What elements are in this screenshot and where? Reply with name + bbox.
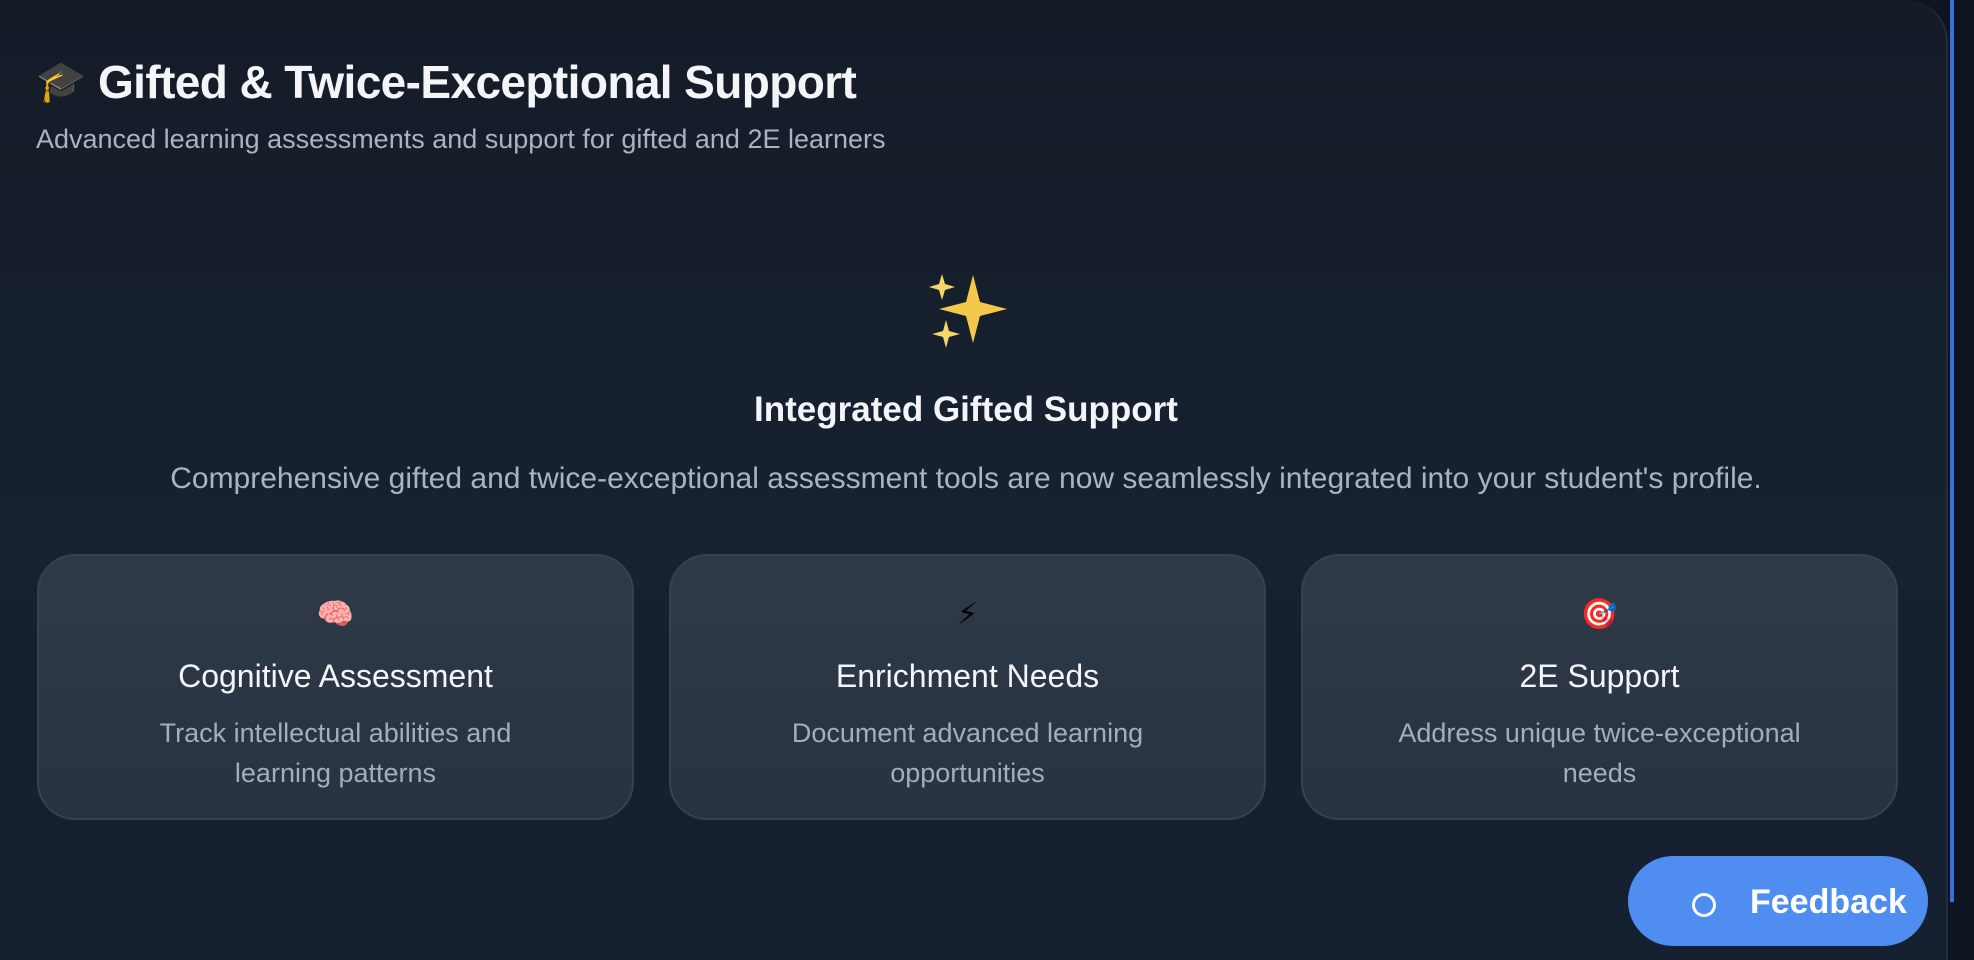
card-description: Document advanced learning opportunities bbox=[791, 718, 1144, 788]
card-description: Address unique twice-exceptional needs bbox=[1398, 718, 1801, 788]
card-description: Track intellectual abilities and learnin… bbox=[159, 718, 512, 788]
twice-exceptional-support-card: 🎯 2E Support Address unique twice-except… bbox=[1301, 554, 1898, 820]
feature-cards: 🧠 Cognitive Assessment Track intellectua… bbox=[37, 554, 1898, 820]
feedback-label: Feedback bbox=[1750, 883, 1907, 921]
integrated-support-title: Integrated Gifted Support bbox=[754, 390, 1178, 429]
gifted-support-panel: 🎓 Gifted & Twice-Exceptional Support Adv… bbox=[0, 0, 1948, 960]
lightning-icon: ⚡ bbox=[956, 598, 979, 631]
card-title: 2E Support bbox=[1519, 658, 1680, 694]
enrichment-needs-card: ⚡ Enrichment Needs Document advanced lea… bbox=[669, 554, 1266, 820]
title-row: 🎓 Gifted & Twice-Exceptional Support bbox=[36, 52, 886, 112]
integrated-support-description: Comprehensive gifted and twice-exception… bbox=[170, 462, 1762, 495]
card-title: Cognitive Assessment bbox=[178, 658, 493, 694]
graduation-cap-icon: 🎓 bbox=[36, 60, 86, 104]
target-icon: 🎯 bbox=[1580, 598, 1619, 631]
page-subtitle: Advanced learning assessments and suppor… bbox=[36, 124, 886, 154]
brain-icon: 🧠 bbox=[316, 598, 355, 631]
page-header: 🎓 Gifted & Twice-Exceptional Support Adv… bbox=[36, 52, 886, 155]
chat-bubble-icon bbox=[1692, 893, 1716, 917]
card-title: Enrichment Needs bbox=[835, 658, 1100, 694]
sparkles-icon bbox=[0, 272, 1932, 352]
window-edge-accent bbox=[1950, 0, 1954, 902]
cognitive-assessment-card: 🧠 Cognitive Assessment Track intellectua… bbox=[37, 554, 634, 820]
page-title: Gifted & Twice-Exceptional Support bbox=[98, 56, 857, 108]
feedback-button[interactable]: Feedback bbox=[1628, 856, 1928, 946]
